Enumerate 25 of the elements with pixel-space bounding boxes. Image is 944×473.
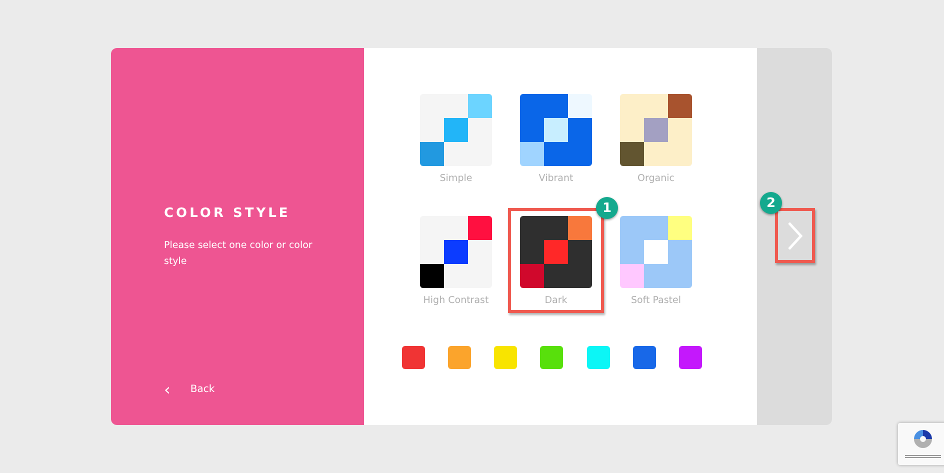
chevron-right-icon (787, 220, 803, 250)
style-swatch-icon (620, 216, 692, 288)
style-option[interactable]: Vibrant (508, 86, 604, 191)
panel-title: COLOR STYLE (164, 206, 292, 221)
callout-badge: 2 (760, 192, 782, 214)
panel-description: Please select one color or color style (164, 239, 314, 269)
style-swatch-icon (620, 94, 692, 166)
color-swatch[interactable] (540, 346, 564, 369)
style-option[interactable]: Simple (408, 86, 504, 191)
style-swatch-icon (520, 216, 592, 288)
color-swatch[interactable] (448, 346, 472, 369)
style-option[interactable]: Dark (508, 208, 604, 313)
style-option[interactable]: Organic (608, 86, 704, 191)
color-swatch[interactable] (586, 346, 610, 369)
back-button[interactable]: ‹ Back (164, 384, 314, 395)
color-swatch[interactable] (632, 346, 656, 369)
style-swatch-icon (520, 94, 592, 166)
color-swatch[interactable] (494, 346, 518, 369)
color-swatch[interactable] (402, 346, 425, 369)
style-swatch-icon (420, 94, 492, 166)
next-button[interactable] (775, 208, 815, 263)
style-option[interactable]: High Contrast (408, 208, 504, 313)
color-swatch[interactable] (678, 346, 702, 369)
style-swatch-icon (420, 216, 492, 288)
callout-badge: 1 (596, 197, 618, 219)
